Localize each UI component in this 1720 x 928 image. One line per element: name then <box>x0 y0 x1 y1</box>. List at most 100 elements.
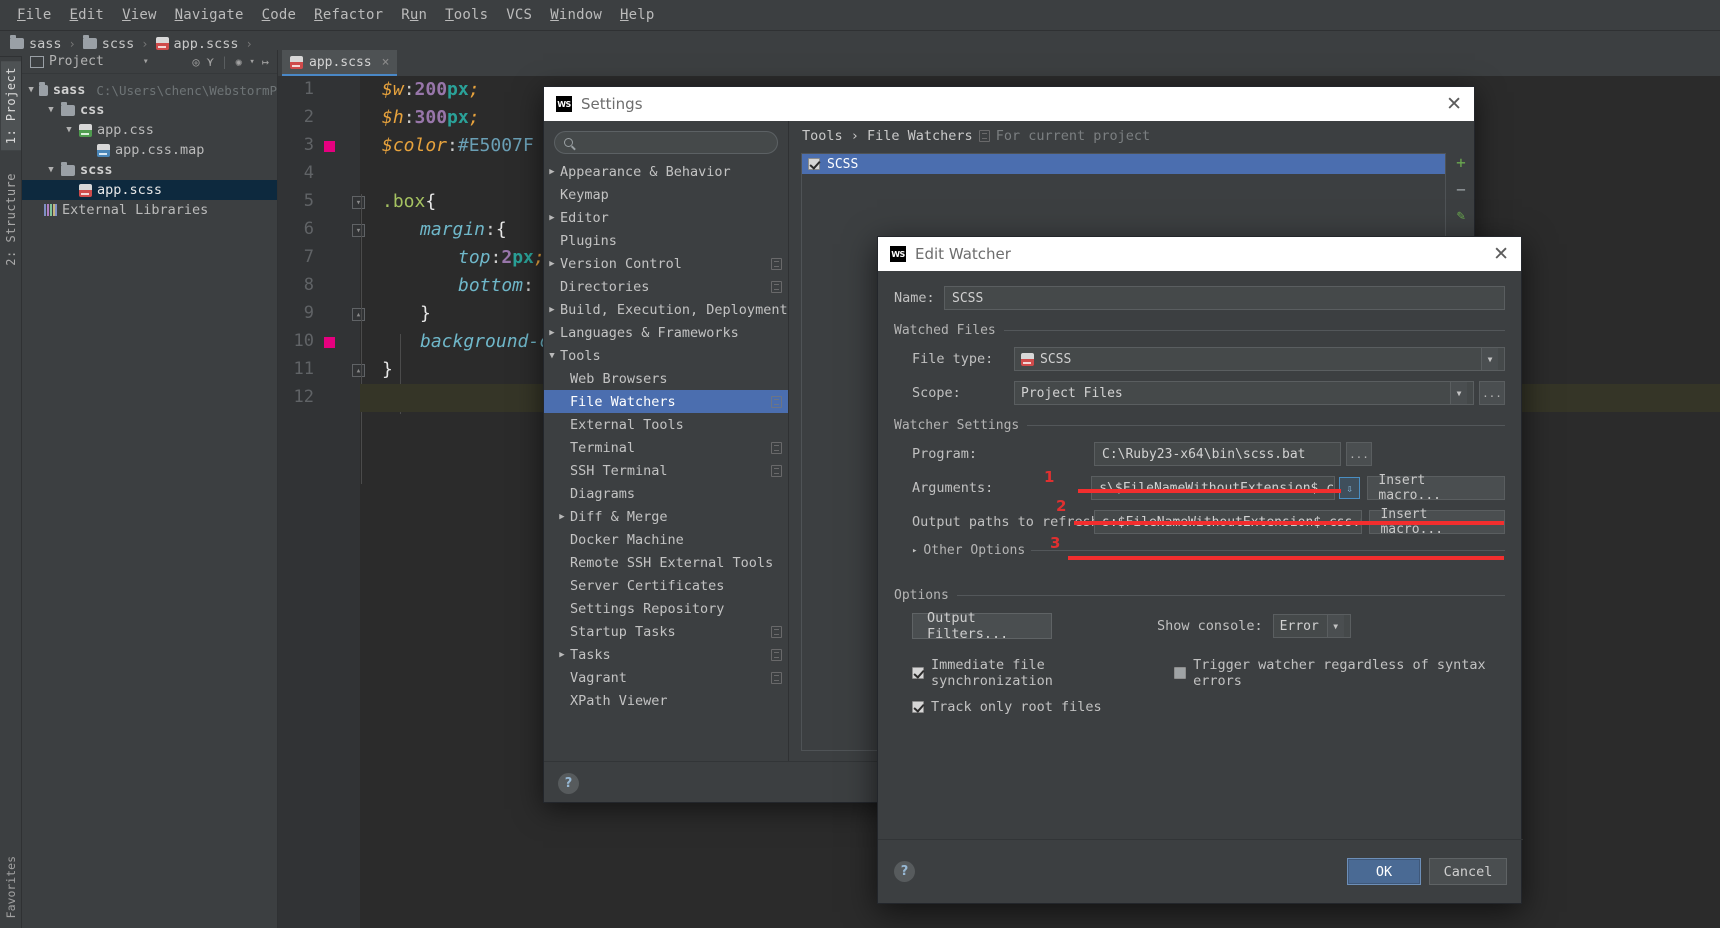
sidebar-item-favorites[interactable]: Favorites <box>1 852 21 922</box>
trigger-watcher-checkbox[interactable]: Trigger watcher regardless of syntax err… <box>1174 657 1505 689</box>
settings-item-web-browsers[interactable]: Web Browsers <box>544 367 788 390</box>
chevron-down-icon[interactable]: ▾ <box>143 56 149 67</box>
color-swatch-icon[interactable] <box>324 337 335 348</box>
file-type-combo[interactable]: SCSS ▼ <box>1014 347 1505 371</box>
tree-item-external-libraries[interactable]: External Libraries <box>22 200 277 220</box>
checkbox-icon[interactable] <box>808 158 820 170</box>
program-browse-button[interactable]: ... <box>1346 442 1372 466</box>
checkbox-icon[interactable] <box>912 667 924 679</box>
output-filters-button[interactable]: Output Filters... <box>912 610 1052 642</box>
close-icon[interactable]: × <box>382 55 390 70</box>
settings-item-appearance-behavior[interactable]: ▶ Appearance & Behavior <box>544 160 788 183</box>
copy-settings-icon[interactable] <box>771 257 782 270</box>
copy-settings-icon[interactable] <box>771 625 782 638</box>
tree-item-appcss[interactable]: ▼ app.css <box>22 120 277 140</box>
tree-item-appcssmap[interactable]: app.css.map <box>22 140 277 160</box>
copy-settings-icon[interactable] <box>771 464 782 477</box>
settings-item-settings-repository[interactable]: Settings Repository <box>544 597 788 620</box>
chevron-right-icon[interactable]: ▶ <box>544 328 560 338</box>
ok-button[interactable]: OK <box>1347 858 1421 885</box>
menu-item-refactor[interactable]: Refactor <box>305 5 392 25</box>
settings-item-build-execution-deployment[interactable]: ▶ Build, Execution, Deployment <box>544 298 788 321</box>
settings-item-directories[interactable]: Directories <box>544 275 788 298</box>
menu-item-window[interactable]: Window <box>541 5 611 25</box>
settings-item-diagrams[interactable]: Diagrams <box>544 482 788 505</box>
tree-item-css[interactable]: ▼ css <box>22 100 277 120</box>
program-field[interactable]: C:\Ruby23-x64\bin\scss.bat <box>1094 442 1341 466</box>
settings-item-plugins[interactable]: Plugins <box>544 229 788 252</box>
cancel-button[interactable]: Cancel <box>1429 858 1507 885</box>
settings-item-ssh-terminal[interactable]: SSH Terminal <box>544 459 788 482</box>
chevron-down-icon[interactable]: ▼ <box>1450 382 1467 404</box>
settings-item-editor[interactable]: ▶ Editor <box>544 206 788 229</box>
immediate-sync-checkbox[interactable]: Immediate file synchronization <box>912 657 1148 689</box>
chevron-down-icon[interactable]: ▼ <box>544 351 560 361</box>
checkbox-icon[interactable] <box>912 701 924 713</box>
settings-item-version-control[interactable]: ▶ Version Control <box>544 252 788 275</box>
copy-settings-icon[interactable] <box>771 671 782 684</box>
help-icon[interactable]: ? <box>894 861 915 882</box>
chevron-right-icon[interactable]: ▸ <box>912 546 917 556</box>
settings-search-box[interactable] <box>554 131 778 154</box>
settings-item-terminal[interactable]: Terminal <box>544 436 788 459</box>
add-watcher-button[interactable]: + <box>1456 155 1466 171</box>
copy-settings-icon[interactable] <box>771 280 782 293</box>
chevron-down-icon[interactable]: ▼ <box>46 165 56 175</box>
color-swatch-icon[interactable] <box>324 141 335 152</box>
editor-tab-appscss[interactable]: app.scss × <box>282 50 398 76</box>
show-console-combo[interactable]: Error ▼ <box>1272 614 1351 638</box>
menu-item-tools[interactable]: Tools <box>436 5 497 25</box>
chevron-right-icon[interactable]: ▶ <box>544 213 560 223</box>
copy-settings-icon[interactable] <box>771 648 782 661</box>
chevron-right-icon[interactable]: ▶ <box>544 305 560 315</box>
close-icon[interactable]: ✕ <box>1493 244 1509 264</box>
settings-item-xpath-viewer[interactable]: XPath Viewer <box>544 689 788 712</box>
menu-item-view[interactable]: View <box>113 5 166 25</box>
settings-item-server-certificates[interactable]: Server Certificates <box>544 574 788 597</box>
close-icon[interactable]: ✕ <box>1446 94 1462 114</box>
settings-item-vagrant[interactable]: Vagrant <box>544 666 788 689</box>
tree-item-sass[interactable]: ▼ sass C:\Users\chenc\WebstormP <box>22 80 277 100</box>
chevron-down-icon[interactable]: ▼ <box>1481 348 1498 370</box>
settings-item-docker-machine[interactable]: Docker Machine <box>544 528 788 551</box>
chevron-down-icon[interactable]: ▾ <box>249 57 254 67</box>
tree-item-scssdir[interactable]: ▼ scss <box>22 160 277 180</box>
menu-item-code[interactable]: Code <box>253 5 306 25</box>
settings-item-remote-ssh-external-tools[interactable]: Remote SSH External Tools <box>544 551 788 574</box>
settings-item-languages-frameworks[interactable]: ▶ Languages & Frameworks <box>544 321 788 344</box>
settings-item-file-watchers[interactable]: File Watchers <box>544 390 788 413</box>
settings-item-diff-merge[interactable]: ▶ Diff & Merge <box>544 505 788 528</box>
chevron-right-icon[interactable]: ▶ <box>554 512 570 522</box>
settings-item-startup-tasks[interactable]: Startup Tasks <box>544 620 788 643</box>
menu-item-help[interactable]: Help <box>611 5 664 25</box>
chevron-right-icon[interactable]: ▶ <box>554 650 570 660</box>
edit-watcher-button[interactable]: ✎ <box>1457 209 1465 223</box>
chevron-down-icon[interactable]: ▼ <box>28 85 34 95</box>
settings-item-external-tools[interactable]: External Tools <box>544 413 788 436</box>
menu-item-navigate[interactable]: Navigate <box>166 5 253 25</box>
insert-macro-icon[interactable]: ⇩ <box>1338 477 1361 499</box>
target-icon[interactable]: ◎ <box>192 55 199 69</box>
name-field[interactable]: SCSS <box>944 286 1505 310</box>
menu-item-file[interactable]: FFileile <box>8 5 61 25</box>
track-root-files-checkbox[interactable]: Track only root files <box>912 699 1102 715</box>
hide-icon[interactable]: ↦ <box>262 55 269 69</box>
scope-browse-button[interactable]: ... <box>1479 381 1505 405</box>
chevron-right-icon[interactable]: ▶ <box>544 259 560 269</box>
search-input[interactable] <box>579 134 768 151</box>
remove-watcher-button[interactable]: − <box>1456 182 1466 198</box>
settings-item-tasks[interactable]: ▶ Tasks <box>544 643 788 666</box>
arguments-field[interactable]: s\$FileNameWithoutExtension$.css <box>1091 476 1335 500</box>
chevron-down-icon[interactable]: ▼ <box>64 125 74 135</box>
settings-gear-icon[interactable]: ✺ <box>235 55 242 69</box>
copy-settings-icon[interactable] <box>978 130 990 142</box>
sidebar-item-structure[interactable]: 2: Structure <box>1 167 21 272</box>
checkbox-icon[interactable] <box>1174 667 1187 679</box>
menu-item-run[interactable]: Run <box>392 5 436 25</box>
chevron-down-icon[interactable]: ▼ <box>46 105 56 115</box>
menu-item-edit[interactable]: Edit <box>61 5 114 25</box>
menu-item-vcs[interactable]: VCS <box>497 5 541 25</box>
copy-settings-icon[interactable] <box>771 395 782 408</box>
arguments-insert-macro-button[interactable]: Insert macro... <box>1367 473 1505 503</box>
chevron-down-icon[interactable]: ▼ <box>1326 615 1344 637</box>
